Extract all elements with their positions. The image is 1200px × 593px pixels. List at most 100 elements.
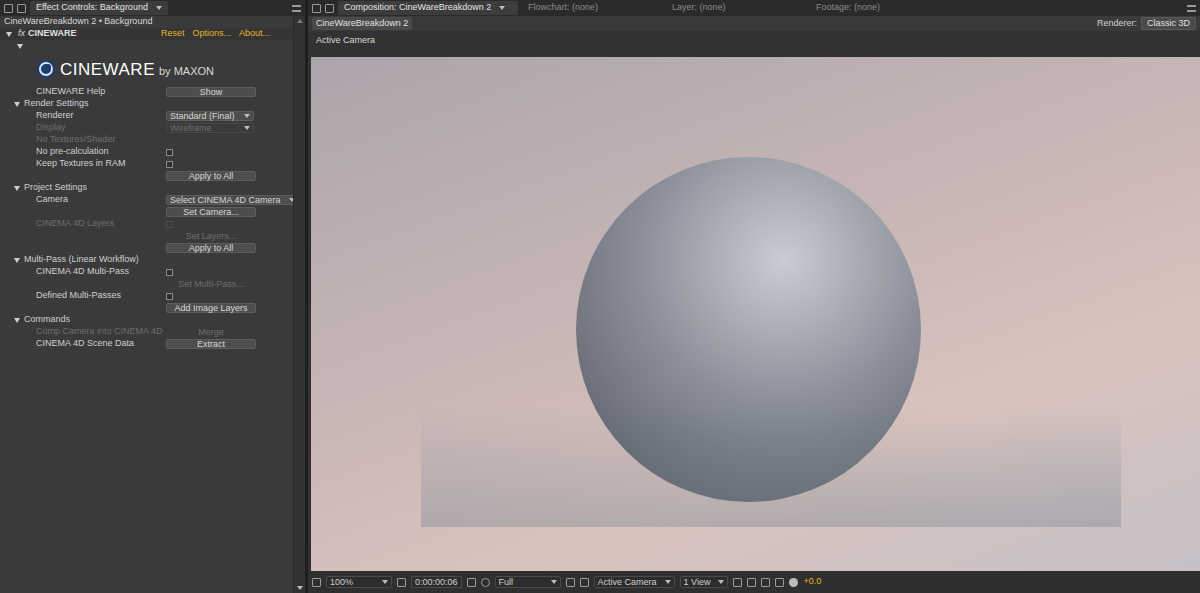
checkbox[interactable] xyxy=(166,269,173,276)
render-preview[interactable] xyxy=(311,57,1200,571)
checkbox[interactable] xyxy=(166,149,173,156)
property-row: Keep Textures in RAM xyxy=(0,158,293,170)
panel-button[interactable]: Apply to All xyxy=(166,171,256,181)
property-row: RendererStandard (Final) xyxy=(0,110,293,122)
property-row: No pre-calculation xyxy=(0,146,293,158)
views-dropdown[interactable]: 1 View xyxy=(680,576,729,588)
close-icon[interactable] xyxy=(312,4,321,13)
fast-previews-icon[interactable] xyxy=(747,578,756,587)
scrollbar[interactable] xyxy=(293,16,305,593)
section-row[interactable]: Commands xyxy=(0,314,293,326)
camera-dropdown[interactable]: Active Camera xyxy=(594,576,675,588)
section-row[interactable]: Multi-Pass (Linear Workflow) xyxy=(0,254,293,266)
effect-link[interactable]: Options... xyxy=(193,27,232,41)
property-label: CINEMA 4D Layers xyxy=(0,217,166,231)
checkbox[interactable] xyxy=(166,293,173,300)
property-row: CINEMA 4D Multi-Pass xyxy=(0,266,293,278)
property-row: CINEMA 4D Scene DataExtract xyxy=(0,338,293,350)
section-row[interactable]: Project Settings xyxy=(0,182,293,194)
panel-button[interactable]: Set Camera... xyxy=(166,207,256,217)
flowchart-icon[interactable] xyxy=(775,578,784,587)
scroll-up-icon[interactable] xyxy=(297,19,303,23)
property-label: Camera xyxy=(0,193,166,207)
dropdown-arrow-icon xyxy=(665,580,671,584)
transparency-grid-icon[interactable] xyxy=(580,578,589,587)
panel-button[interactable]: Merge xyxy=(166,327,256,337)
effect-controls-panel: Effect Controls: BackgroundCineWareBreak… xyxy=(0,0,305,593)
always-preview-icon[interactable] xyxy=(312,578,321,587)
dropdown-arrow-icon xyxy=(156,6,162,10)
exposure-value[interactable]: +0.0 xyxy=(803,575,821,589)
timeline-icon[interactable] xyxy=(761,578,770,587)
twirl-down-icon[interactable] xyxy=(14,258,20,263)
property-row: Set Camera... xyxy=(0,206,293,218)
property-label: Comp Camera into CINEMA 4D xyxy=(0,325,166,339)
property-label: CINEWARE Help xyxy=(0,85,166,99)
property-row: DisplayWireframe xyxy=(0,122,293,134)
view-label: Active Camera xyxy=(311,31,1200,51)
channel-icon[interactable] xyxy=(481,578,490,587)
checkbox[interactable] xyxy=(166,221,173,228)
lock-icon[interactable] xyxy=(325,4,334,13)
panel-tab-bar: Composition: CineWareBreakdown 2 Flowchar… xyxy=(308,0,1200,16)
property-row: Set Multi-Pass... xyxy=(0,278,293,290)
effect-link[interactable]: Reset xyxy=(161,27,185,41)
dropdown[interactable]: Standard (Final) xyxy=(166,111,254,121)
resolution-dropdown[interactable]: Full xyxy=(495,576,561,588)
renderer-button[interactable]: Classic 3D xyxy=(1141,17,1196,30)
panel-button[interactable]: Show xyxy=(166,87,256,97)
effect-link[interactable]: About... xyxy=(239,27,270,41)
render-floor-shadow xyxy=(421,407,1121,527)
panel-tab[interactable]: Layer: (none) xyxy=(666,1,806,15)
panel-tab-bar: Effect Controls: Background xyxy=(0,0,305,16)
section-row[interactable]: Render Settings xyxy=(0,98,293,110)
comp-tab[interactable]: CineWareBreakdown 2 xyxy=(312,17,412,30)
breadcrumb: CineWareBreakdown 2 • Background xyxy=(0,16,293,28)
panel-tab[interactable]: Flowchart: (none) xyxy=(522,1,662,15)
cineware-logo: CINEWAREby MAXON xyxy=(0,52,293,86)
property-row: Apply to All xyxy=(0,242,293,254)
toggle-pixel-aspect-icon[interactable] xyxy=(733,578,742,587)
checkbox[interactable] xyxy=(166,161,173,168)
lock-icon[interactable] xyxy=(17,4,26,13)
property-row: Apply to All xyxy=(0,170,293,182)
property-row: Set Layers... xyxy=(0,230,293,242)
panel-menu-icon[interactable] xyxy=(292,5,301,12)
panel-button[interactable]: Add Image Layers xyxy=(166,303,256,313)
panel-button[interactable]: Set Layers... xyxy=(166,231,256,241)
region-of-interest-icon[interactable] xyxy=(566,578,575,587)
twirl-down-icon[interactable] xyxy=(14,318,20,323)
panel-tab[interactable]: Composition: CineWareBreakdown 2 xyxy=(338,1,518,15)
zoom-dropdown[interactable]: 100% xyxy=(326,576,392,588)
dropdown-arrow-icon xyxy=(499,6,505,10)
property-list: CINEWARE HelpShowRender SettingsRenderer… xyxy=(0,86,293,350)
property-row: Comp Camera into CINEMA 4DMerge xyxy=(0,326,293,338)
twirl-down-icon[interactable] xyxy=(14,186,20,191)
panel-tab[interactable]: Footage: (none) xyxy=(810,1,950,15)
property-label: CINEMA 4D Scene Data xyxy=(0,337,166,351)
property-label: Keep Textures in RAM xyxy=(0,157,166,171)
panel-button[interactable]: Set Multi-Pass... xyxy=(166,279,256,289)
close-icon[interactable] xyxy=(4,4,13,13)
effect-header: fxCINEWAREResetOptions...About... xyxy=(0,28,293,40)
safe-areas-icon[interactable] xyxy=(397,578,406,587)
panel-tab[interactable]: Effect Controls: Background xyxy=(30,1,168,15)
timecode[interactable]: 0:00:00:06 xyxy=(411,576,462,588)
twirl-down-icon[interactable] xyxy=(6,32,12,37)
property-label: CINEMA 4D Multi-Pass xyxy=(0,265,166,279)
dropdown[interactable]: Select CINEMA 4D Camera xyxy=(166,195,299,205)
exposure-icon[interactable] xyxy=(789,578,798,587)
dropdown[interactable]: Wireframe xyxy=(166,123,254,133)
property-label: Display xyxy=(0,121,166,135)
panel-button[interactable]: Apply to All xyxy=(166,243,256,253)
snapshot-icon[interactable] xyxy=(467,578,476,587)
twirl-down-icon[interactable] xyxy=(14,102,20,107)
fx-badge[interactable]: fx xyxy=(18,27,25,41)
property-label: Renderer xyxy=(0,109,166,123)
twirl-down-icon[interactable] xyxy=(17,44,23,49)
panel-button[interactable]: Extract xyxy=(166,339,256,349)
panel-menu-icon[interactable] xyxy=(1187,5,1196,12)
scroll-down-icon xyxy=(297,586,303,590)
property-label: No Textures/Shader xyxy=(0,133,166,147)
after-effects-window: Effect Controls: BackgroundCineWareBreak… xyxy=(0,0,1200,593)
